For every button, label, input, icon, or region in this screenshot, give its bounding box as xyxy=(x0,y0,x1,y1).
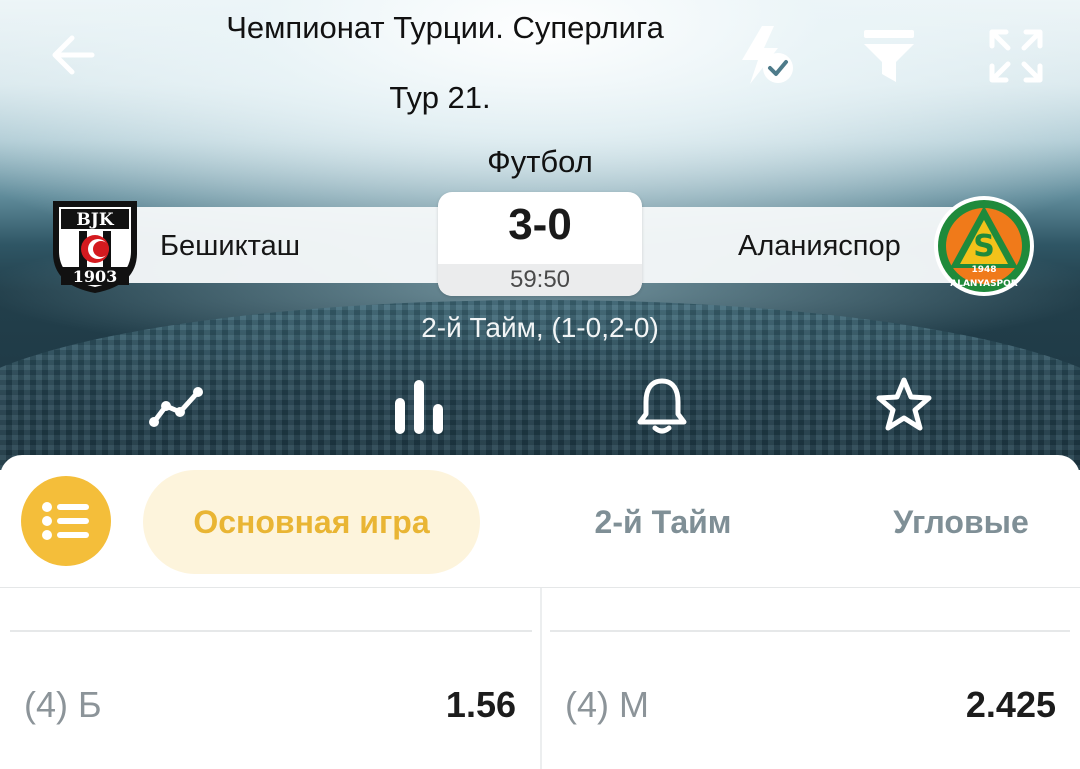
away-crest-letter: S xyxy=(973,229,995,264)
round-label: Тур 21. xyxy=(389,80,491,115)
odds-column-divider xyxy=(540,588,542,769)
tab-corners[interactable]: Угловые xyxy=(868,470,1054,574)
bar-stats-icon[interactable] xyxy=(392,378,446,441)
list-menu-icon[interactable] xyxy=(21,476,111,566)
line-chart-icon[interactable] xyxy=(146,380,206,435)
odd-under-label[interactable]: (4) М xyxy=(565,684,649,726)
arrow-left-icon[interactable] xyxy=(50,32,96,78)
score-value: 3-0 xyxy=(508,200,572,249)
away-crest-year: 1948 xyxy=(971,265,996,275)
odd-over-label[interactable]: (4) Б xyxy=(24,684,102,726)
odd-over-value[interactable]: 1.56 xyxy=(380,684,516,726)
score-card: 3-0 59:50 xyxy=(438,192,642,296)
bell-icon[interactable] xyxy=(634,376,690,441)
filter-icon[interactable] xyxy=(862,28,916,84)
expand-icon[interactable] xyxy=(988,28,1044,84)
home-team-crest: BJK 1903 xyxy=(43,193,147,297)
away-team-crest: S 1948 ALANYASPOR xyxy=(932,194,1036,298)
home-crest-letters: BJK xyxy=(76,210,114,230)
away-team-name: Аланияспор xyxy=(738,230,901,262)
period-info: 2-й Тайм, (1-0,2-0) xyxy=(421,312,659,343)
league-title: Чемпионат Турции. Суперлига xyxy=(226,10,664,45)
tab-main-game[interactable]: Основная игра xyxy=(143,470,480,574)
lightning-check-icon[interactable] xyxy=(738,24,798,86)
odds-row-divider xyxy=(550,630,1070,632)
home-team-name: Бешикташ xyxy=(160,230,300,262)
odds-row-divider xyxy=(10,630,532,632)
sport-label: Футбол xyxy=(487,144,593,179)
odd-under-value[interactable]: 2.425 xyxy=(900,684,1056,726)
away-crest-name: ALANYASPOR xyxy=(950,279,1018,289)
home-crest-year: 1903 xyxy=(73,267,118,286)
star-icon[interactable] xyxy=(874,376,934,439)
match-clock: 59:50 xyxy=(438,264,642,296)
tab-second-half[interactable]: 2-й Тайм xyxy=(560,470,766,574)
